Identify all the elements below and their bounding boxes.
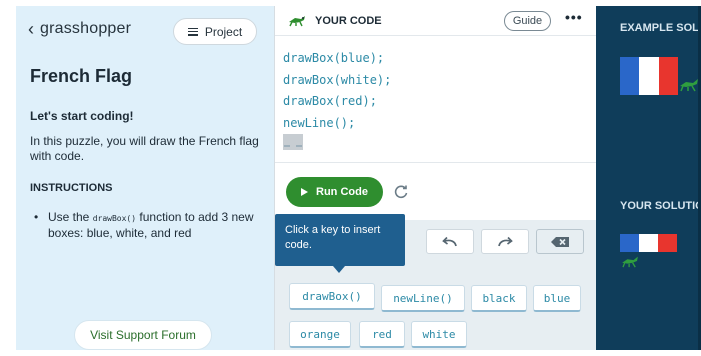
key-drawbox[interactable]: drawBox()	[289, 283, 375, 310]
key-red[interactable]: red	[359, 321, 405, 348]
flag-stripe-white	[639, 57, 659, 95]
flag-stripe-white	[639, 234, 658, 252]
instructions-panel: ‹ grasshopper Project French Flag Let's …	[16, 6, 274, 350]
project-label: Project	[204, 24, 243, 39]
solution-panel: EXAMPLE SOLUTION YOUR SOLUTION	[596, 6, 701, 350]
insert-cursor[interactable]	[283, 134, 303, 150]
bullet-dot: •	[34, 210, 39, 224]
code-editor[interactable]: drawBox(blue); drawBox(white); drawBox(r…	[283, 48, 391, 134]
reset-icon[interactable]	[393, 184, 409, 200]
flag-stripe-red	[658, 234, 677, 252]
chevron-left-icon: ‹	[28, 19, 34, 39]
code-line[interactable]: drawBox(white);	[283, 70, 391, 92]
guide-button[interactable]: Guide	[504, 11, 551, 31]
grasshopper-icon	[622, 256, 638, 268]
your-solution-label: YOUR SOLUTION	[620, 200, 701, 212]
your-flag	[620, 234, 677, 252]
undo-button[interactable]	[426, 229, 474, 254]
key-white[interactable]: white	[411, 321, 467, 348]
example-solution-label: EXAMPLE SOLUTION	[620, 22, 701, 34]
code-title: YOUR CODE	[315, 15, 382, 27]
code-line[interactable]: drawBox(blue);	[283, 48, 391, 70]
delete-button[interactable]	[536, 229, 584, 254]
bullet-function: drawBox()	[92, 214, 137, 223]
grasshopper-icon	[680, 79, 698, 92]
bullet-prefix: Use the	[48, 210, 93, 224]
instructions-heading: INSTRUCTIONS	[30, 182, 113, 194]
list-icon	[187, 27, 198, 36]
back-link[interactable]: ‹ grasshopper	[28, 20, 131, 38]
run-code-button[interactable]: Run Code	[286, 177, 383, 207]
code-line[interactable]: newLine();	[283, 113, 391, 135]
key-orange[interactable]: orange	[289, 321, 351, 348]
puzzle-title: French Flag	[30, 66, 133, 86]
code-line[interactable]: drawBox(red);	[283, 91, 391, 113]
example-flag	[620, 57, 678, 95]
brand-label: grasshopper	[40, 20, 132, 37]
left-topbar: ‹ grasshopper Project	[16, 6, 274, 56]
more-options-icon[interactable]: •••	[565, 9, 583, 25]
project-button[interactable]: Project	[173, 18, 257, 45]
grasshopper-icon	[289, 16, 305, 27]
subhead: Let's start coding!	[30, 109, 134, 123]
code-panel: YOUR CODE Guide ••• drawBox(blue); drawB…	[274, 6, 597, 350]
redo-icon	[498, 236, 513, 246]
key-blue[interactable]: blue	[533, 285, 581, 312]
run-bar: Run Code	[275, 162, 597, 220]
instruction-bullet: Use the drawBox() function to add 3 new …	[48, 210, 262, 241]
undo-icon	[442, 236, 457, 246]
backspace-icon	[551, 236, 569, 247]
flag-stripe-red	[659, 57, 678, 95]
flag-stripe-blue	[620, 57, 639, 95]
key-black[interactable]: black	[471, 285, 527, 312]
run-label: Run Code	[316, 186, 368, 198]
keyboard-tooltip: Click a key to insert code.	[275, 214, 405, 273]
redo-button[interactable]	[481, 229, 529, 254]
code-header: YOUR CODE Guide •••	[275, 6, 597, 36]
intro-text: In this puzzle, you will draw the French…	[30, 134, 259, 163]
play-icon	[301, 188, 309, 196]
support-forum-button[interactable]: Visit Support Forum	[74, 320, 212, 350]
key-newline[interactable]: newLine()	[381, 285, 465, 312]
flag-stripe-blue	[620, 234, 639, 252]
